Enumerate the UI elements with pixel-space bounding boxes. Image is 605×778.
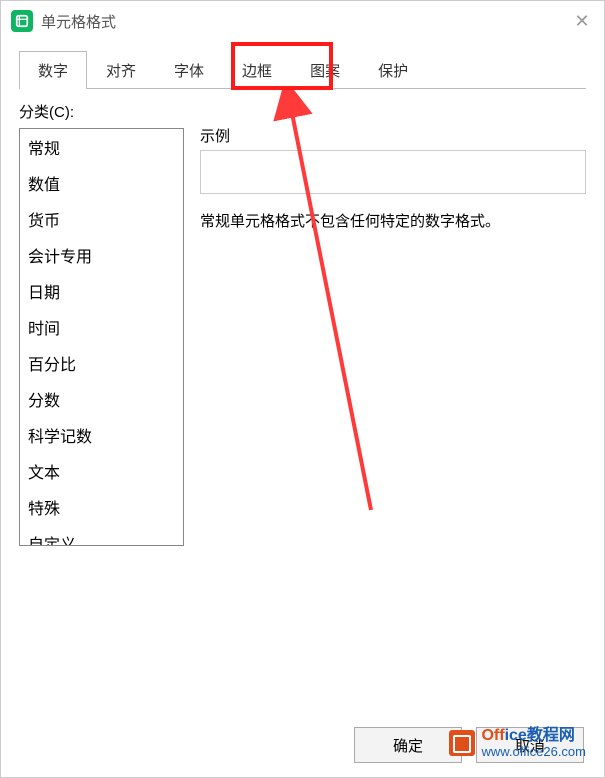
list-item[interactable]: 日期 <box>20 273 183 309</box>
right-panel: 示例 常规单元格格式不包含任何特定的数字格式。 <box>200 101 586 546</box>
format-description: 常规单元格格式不包含任何特定的数字格式。 <box>200 210 586 234</box>
list-item[interactable]: 会计专用 <box>20 237 183 273</box>
list-item[interactable]: 特殊 <box>20 489 183 525</box>
tab-protection[interactable]: 保护 <box>359 51 427 89</box>
tab-alignment[interactable]: 对齐 <box>87 51 155 89</box>
list-item[interactable]: 自定义 <box>20 525 183 546</box>
list-item[interactable]: 分数 <box>20 381 183 417</box>
list-item[interactable]: 百分比 <box>20 345 183 381</box>
category-label: 分类(C): <box>19 101 184 122</box>
app-icon <box>11 10 33 32</box>
ok-button[interactable]: 确定 <box>354 727 462 763</box>
list-item[interactable]: 文本 <box>20 453 183 489</box>
tab-font[interactable]: 字体 <box>155 51 223 89</box>
tab-pattern[interactable]: 图案 <box>291 51 359 89</box>
sample-box <box>200 150 586 194</box>
cancel-button[interactable]: 取消 <box>476 727 584 763</box>
list-item[interactable]: 科学记数 <box>20 417 183 453</box>
tab-bar: 数字 对齐 字体 边框 图案 保护 <box>1 51 604 89</box>
list-item[interactable]: 时间 <box>20 309 183 345</box>
tab-border[interactable]: 边框 <box>223 51 291 89</box>
footer-buttons: 确定 取消 <box>354 727 584 763</box>
titlebar: 单元格格式 ✕ <box>1 1 604 41</box>
sample-label: 示例 <box>200 125 586 146</box>
list-item[interactable]: 常规 <box>20 129 183 165</box>
tab-number[interactable]: 数字 <box>19 51 87 89</box>
content-area: 分类(C): 常规 数值 货币 会计专用 日期 时间 百分比 分数 科学记数 文… <box>1 89 604 546</box>
list-item[interactable]: 数值 <box>20 165 183 201</box>
window-title: 单元格格式 <box>41 11 570 32</box>
close-icon[interactable]: ✕ <box>570 9 594 33</box>
category-list[interactable]: 常规 数值 货币 会计专用 日期 时间 百分比 分数 科学记数 文本 特殊 自定… <box>19 128 184 546</box>
left-panel: 分类(C): 常规 数值 货币 会计专用 日期 时间 百分比 分数 科学记数 文… <box>19 101 184 546</box>
list-item[interactable]: 货币 <box>20 201 183 237</box>
